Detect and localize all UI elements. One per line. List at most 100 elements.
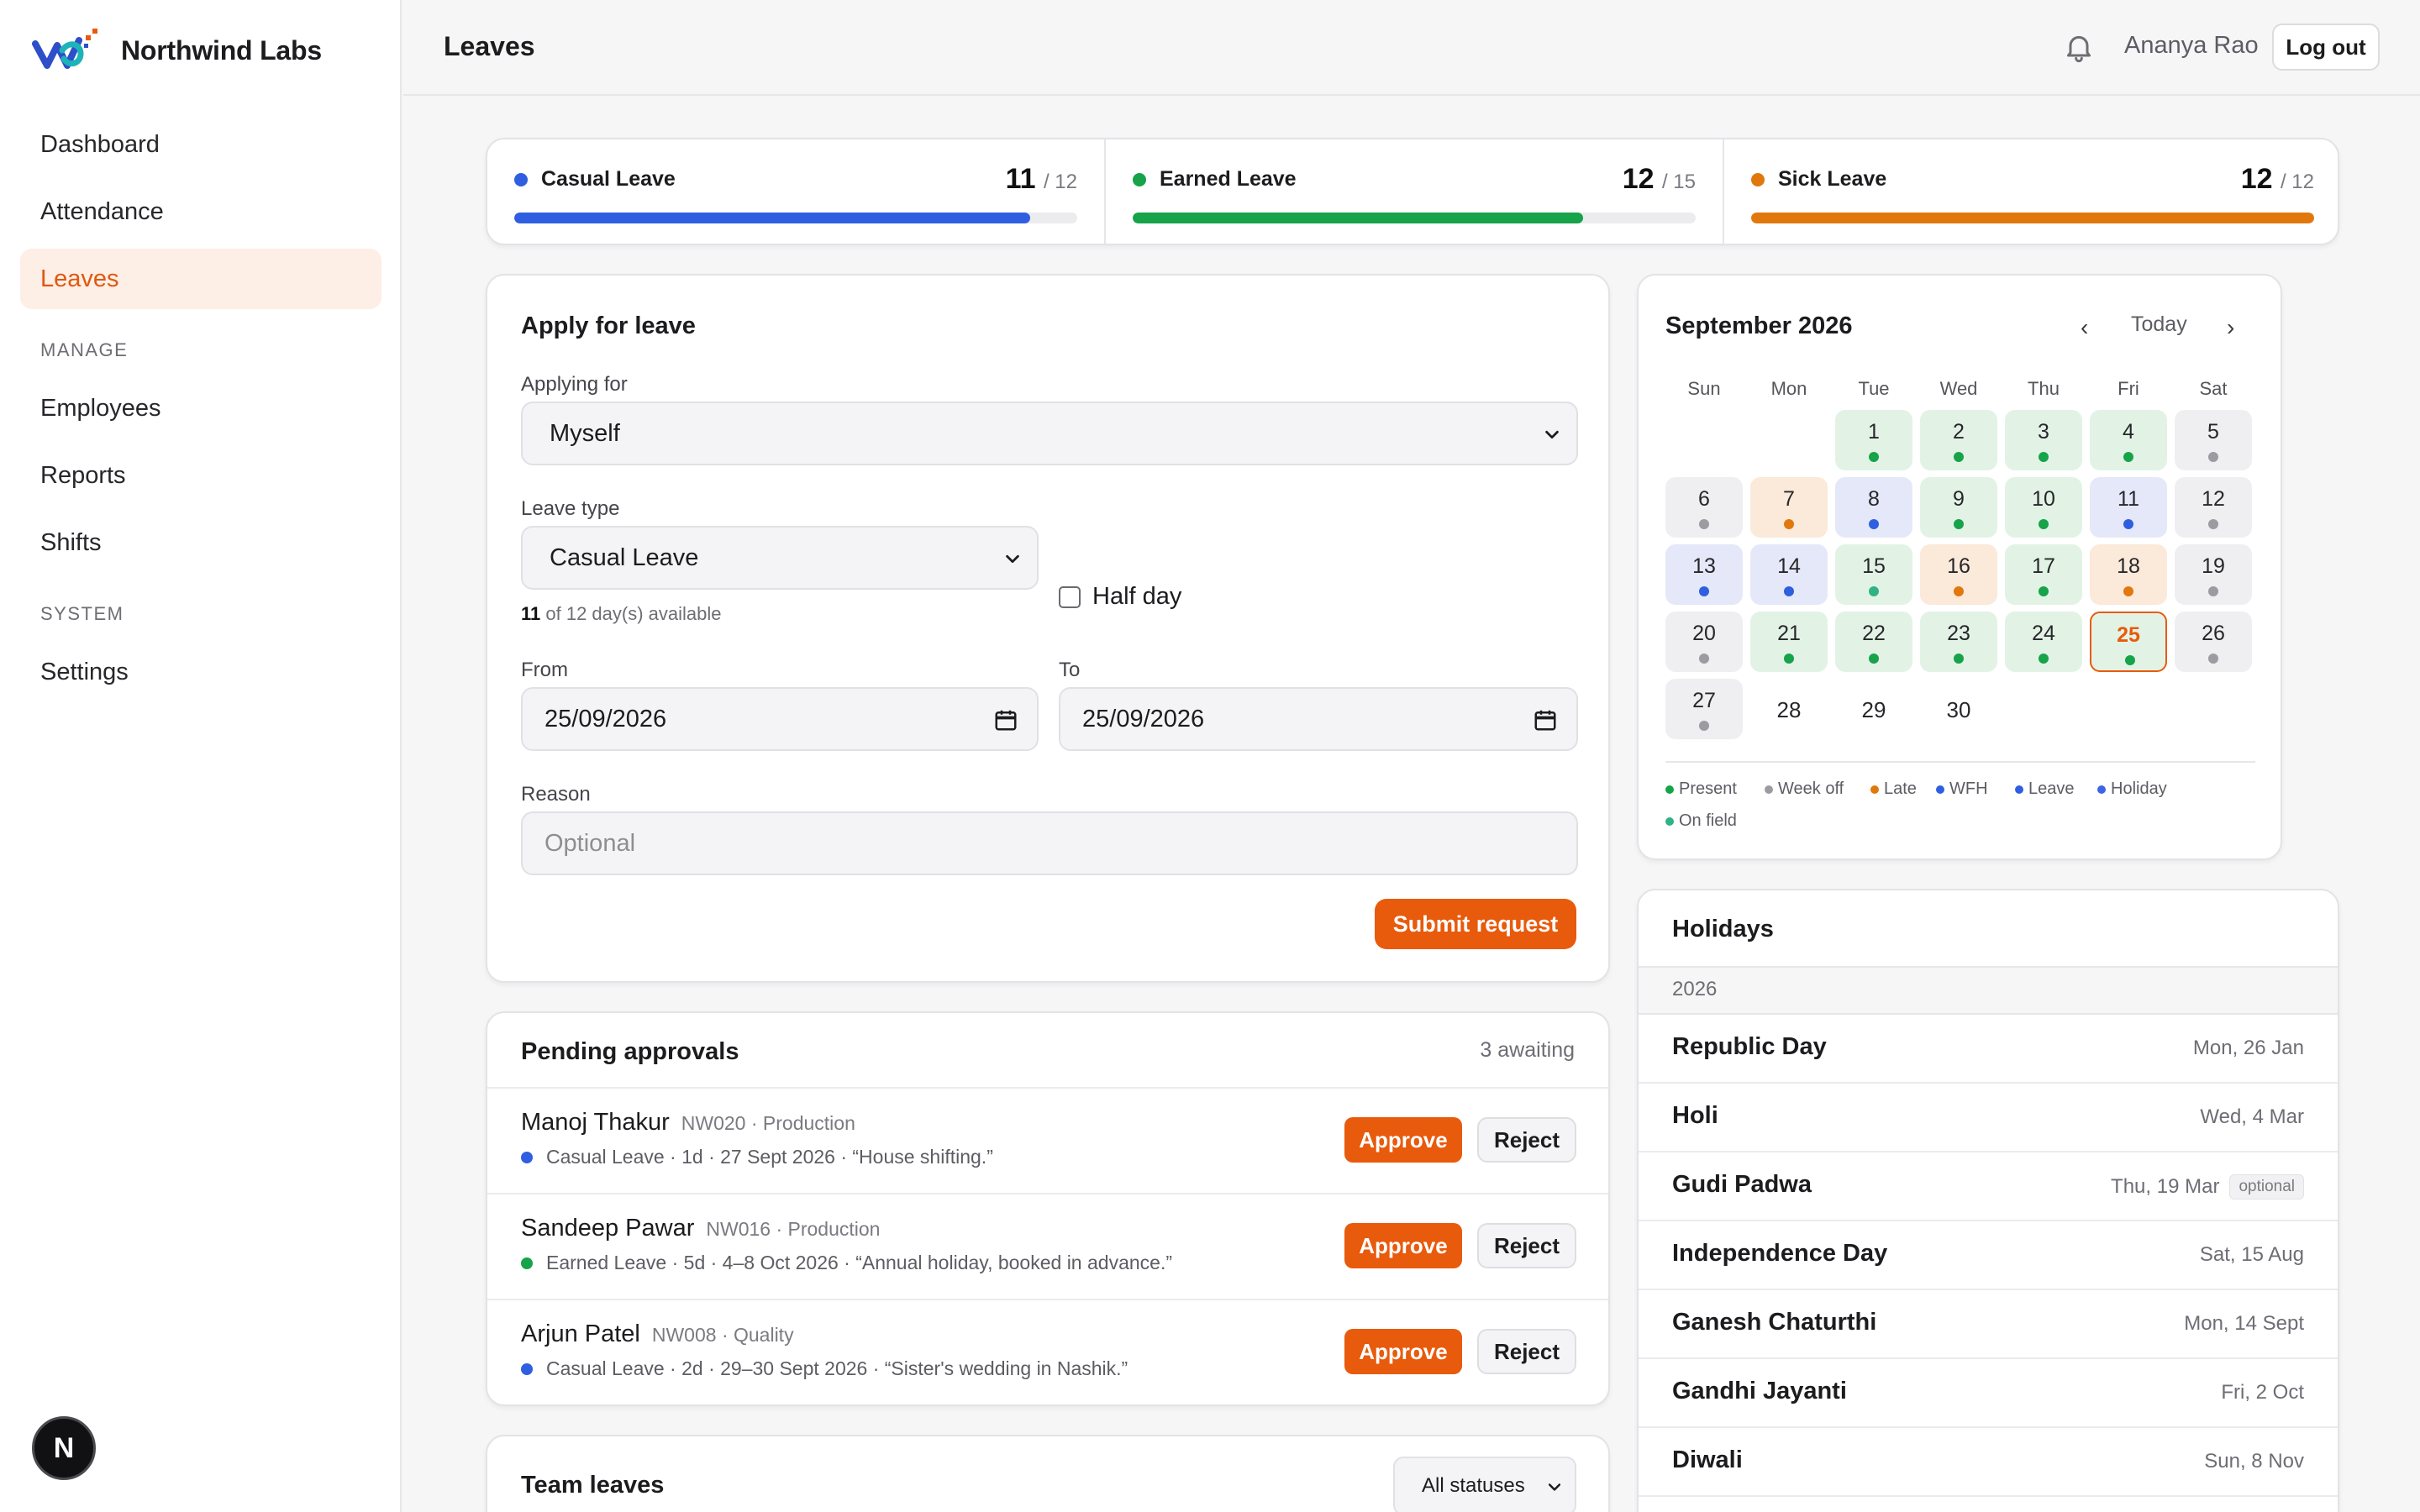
chevron-down-icon: [1006, 554, 1019, 564]
calendar-day[interactable]: 5: [2175, 410, 2252, 470]
half-day-label[interactable]: Half day: [1092, 583, 1181, 611]
calendar-day[interactable]: 18: [2090, 544, 2167, 605]
day-status-dot: [1869, 452, 1879, 462]
sidebar-item-shifts[interactable]: Shifts: [20, 512, 381, 573]
calendar-day[interactable]: 8: [1835, 477, 1912, 538]
legend-label: Week off: [1778, 780, 1844, 798]
reject-button[interactable]: Reject: [1477, 1329, 1576, 1374]
bell-icon[interactable]: [2062, 30, 2096, 64]
leave-type-select[interactable]: Casual Leave: [521, 526, 1039, 590]
calendar-icon[interactable]: [993, 707, 1018, 732]
request-detail-line: Earned Leave · 5d · 4–8 Oct 2026 · “Annu…: [521, 1252, 1172, 1274]
day-number: 29: [1861, 697, 1886, 722]
weekday-header: Wed: [1939, 378, 1978, 399]
calendar-day[interactable]: 27: [1665, 679, 1743, 739]
calendar-day[interactable]: 26: [2175, 612, 2252, 672]
sidebar-item-dashboard[interactable]: Dashboard: [20, 114, 381, 175]
calendar-day[interactable]: 19: [2175, 544, 2252, 605]
calendar-day[interactable]: 12: [2175, 477, 2252, 538]
day-number: 8: [1868, 487, 1880, 511]
calendar-today-button[interactable]: Today: [2131, 312, 2187, 337]
legend-item: Leave: [2015, 780, 2075, 799]
legend-dot: [2097, 785, 2106, 794]
day-status-dot: [1784, 654, 1794, 664]
calendar-day[interactable]: 15: [1835, 544, 1912, 605]
calendar-day[interactable]: 6: [1665, 477, 1743, 538]
reject-button[interactable]: Reject: [1477, 1223, 1576, 1268]
calendar-day[interactable]: 14: [1750, 544, 1828, 605]
assistant-fab-button[interactable]: N: [32, 1416, 96, 1480]
apply-leave-card: Apply for leave Applying for Myself Leav…: [486, 274, 1610, 983]
calendar-day[interactable]: 10: [2005, 477, 2082, 538]
calendar-icon[interactable]: [1533, 707, 1558, 732]
calendar-day[interactable]: 30: [1920, 679, 1997, 739]
calendar-day[interactable]: 3: [2005, 410, 2082, 470]
sidebar-item-employees[interactable]: Employees: [20, 378, 381, 438]
calendar-day[interactable]: 7: [1750, 477, 1828, 538]
calendar-day[interactable]: 24: [2005, 612, 2082, 672]
sidebar-section-system: SYSTEM: [40, 603, 124, 624]
balance-item: Casual Leave 11 / 12: [487, 139, 1104, 244]
holiday-date: Wed, 4 Mar: [2200, 1105, 2304, 1129]
day-number: 11: [2118, 487, 2139, 511]
status-filter-select[interactable]: All statuses: [1393, 1457, 1576, 1512]
holiday-date-text: Mon, 14 Sept: [2184, 1312, 2304, 1335]
leave-type-label: Leave type: [521, 497, 620, 520]
holiday-date-text: Mon, 26 Jan: [2192, 1037, 2304, 1059]
calendar-day[interactable]: 22: [1835, 612, 1912, 672]
reason-input[interactable]: Optional: [521, 811, 1578, 875]
day-status-dot: [1954, 519, 1964, 529]
sidebar-item-reports[interactable]: Reports: [20, 445, 381, 506]
brand[interactable]: Northwind Labs: [32, 25, 322, 76]
calendar-day[interactable]: 23: [1920, 612, 1997, 672]
calendar-next-button[interactable]: ›: [2227, 314, 2234, 341]
calendar-day[interactable]: 11: [2090, 477, 2167, 538]
approve-button[interactable]: Approve: [1344, 1329, 1462, 1374]
holiday-row: Republic Day Mon, 26 Jan: [1639, 1015, 2338, 1084]
half-day-checkbox[interactable]: [1059, 586, 1081, 608]
holiday-row: Diwali Sun, 8 Nov: [1639, 1428, 2338, 1497]
day-status-dot: [2039, 586, 2049, 596]
calendar-day[interactable]: 13: [1665, 544, 1743, 605]
reject-button[interactable]: Reject: [1477, 1117, 1576, 1163]
calendar-day[interactable]: 1: [1835, 410, 1912, 470]
from-date-input[interactable]: 25/09/2026: [521, 687, 1039, 751]
approve-button[interactable]: Approve: [1344, 1223, 1462, 1268]
requester: Manoj Thakur NW020 · Production: [521, 1109, 855, 1137]
calendar-day[interactable]: 4: [2090, 410, 2167, 470]
day-number: 7: [1783, 487, 1795, 511]
approve-button[interactable]: Approve: [1344, 1117, 1462, 1163]
calendar-day[interactable]: 2: [1920, 410, 1997, 470]
logout-button[interactable]: Log out: [2272, 24, 2380, 71]
calendar-day[interactable]: 29: [1835, 679, 1912, 739]
calendar-day[interactable]: 20: [1665, 612, 1743, 672]
applying-for-select[interactable]: Myself: [521, 402, 1578, 465]
calendar-day[interactable]: 21: [1750, 612, 1828, 672]
sidebar-item-settings[interactable]: Settings: [20, 642, 381, 702]
weekday-header: Mon: [1770, 378, 1807, 399]
calendar-day[interactable]: 17: [2005, 544, 2082, 605]
holiday-name: Ganesh Chaturthi: [1672, 1309, 1877, 1336]
calendar-day[interactable]: 9: [1920, 477, 1997, 538]
sidebar-item-leaves[interactable]: Leaves: [20, 249, 381, 309]
request-detail: Earned Leave · 5d · 4–8 Oct 2026 · “Annu…: [546, 1252, 1172, 1273]
balance-progress-fill: [514, 213, 1031, 223]
legend-label: Present: [1679, 780, 1737, 798]
sidebar: Northwind Labs Dashboard Attendance Leav…: [0, 0, 402, 1512]
calendar-prev-button[interactable]: ‹: [2081, 314, 2088, 341]
attendance-calendar-card: September 2026 ‹ Today › Sun Mon Tue Wed Thu…: [1637, 274, 2282, 860]
submit-request-button[interactable]: Submit request: [1375, 899, 1576, 949]
reason-placeholder: Optional: [544, 829, 636, 857]
calendar-day[interactable]: 16: [1920, 544, 1997, 605]
to-date-input[interactable]: 25/09/2026: [1059, 687, 1578, 751]
day-status-dot: [1954, 452, 1964, 462]
weekday-header: Sat: [2199, 378, 2228, 399]
calendar-day[interactable]: 28: [1750, 679, 1828, 739]
user-name[interactable]: Ananya Rao: [2124, 32, 2259, 60]
calendar-day[interactable]: 25: [2090, 612, 2167, 672]
to-date-value: 25/09/2026: [1082, 705, 1205, 732]
sidebar-item-attendance[interactable]: Attendance: [20, 181, 381, 242]
legend-dot: [1665, 816, 1674, 826]
day-number: 13: [1692, 554, 1716, 578]
requester-meta: NW020 · Production: [681, 1112, 855, 1134]
